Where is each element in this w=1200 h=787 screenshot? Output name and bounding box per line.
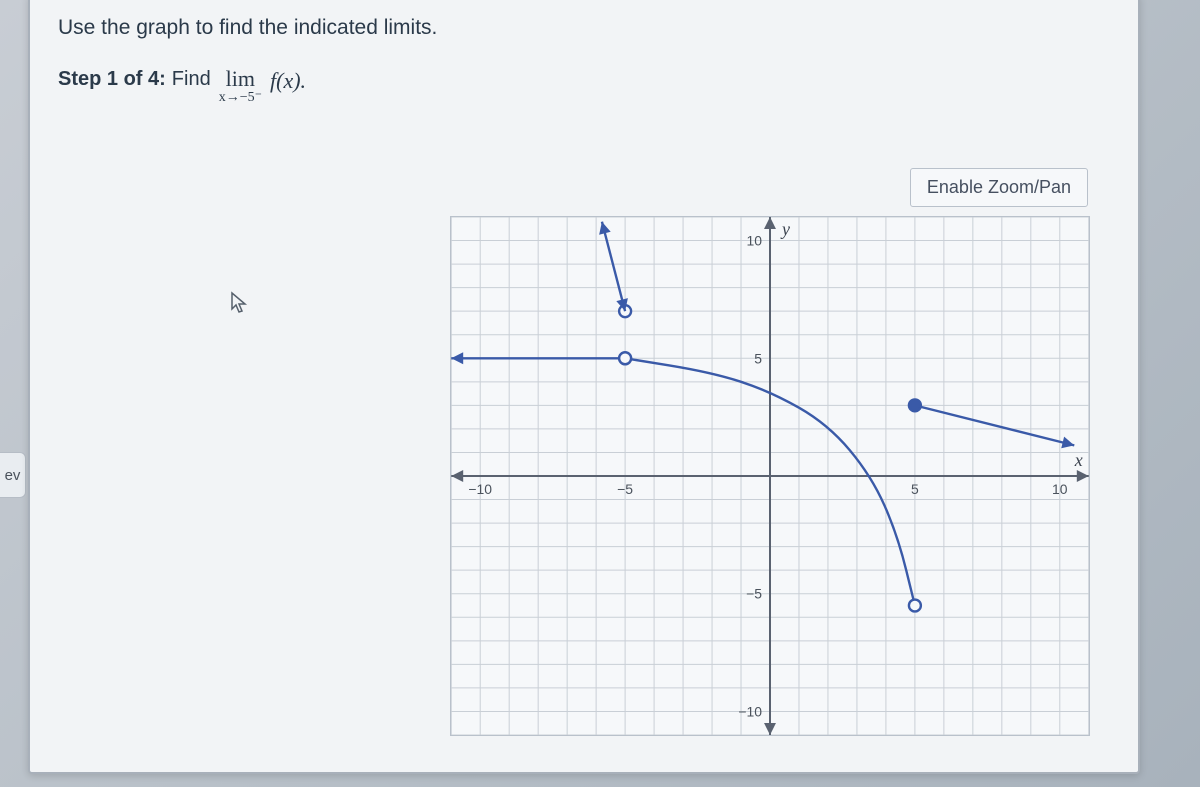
svg-text:−5: −5 [617, 481, 633, 497]
x-axis-label: x [1074, 450, 1083, 470]
step-line: Step 1 of 4: Find lim x→−5⁻ f(x). [58, 68, 1110, 105]
svg-text:5: 5 [754, 350, 762, 366]
svg-text:5: 5 [911, 481, 919, 497]
enable-zoom-pan-button[interactable]: Enable Zoom/Pan [910, 168, 1088, 207]
svg-text:−5: −5 [746, 586, 762, 602]
question-panel: Use the graph to find the indicated limi… [28, 0, 1140, 774]
lim-approach: x→−5⁻ [219, 91, 262, 105]
svg-text:−10: −10 [738, 703, 762, 719]
svg-text:−10: −10 [468, 481, 492, 497]
step-find: Find [172, 68, 211, 91]
svg-text:10: 10 [747, 233, 763, 249]
plot-svg: −10 −5 5 10 −10 −5 5 10 x y [451, 217, 1089, 735]
axes [451, 217, 1089, 735]
lim-word: lim [226, 68, 255, 90]
y-axis-label: y [780, 219, 790, 239]
prev-button[interactable]: ev [0, 452, 26, 498]
chart-area: Enable Zoom/Pan −10 −5 5 10 −10 −5 5 10 x y [450, 146, 1090, 736]
prompt-text: Use the graph to find the indicated limi… [58, 16, 1110, 40]
limit-expression: lim x→−5⁻ [219, 68, 262, 105]
plot-frame[interactable]: −10 −5 5 10 −10 −5 5 10 x y [450, 216, 1090, 736]
cursor-icon [230, 291, 250, 321]
prev-label: ev [5, 467, 21, 484]
step-label: Step 1 of 4: [58, 68, 166, 91]
fx-text: f(x). [270, 68, 306, 94]
svg-text:10: 10 [1052, 481, 1068, 497]
data-series [451, 222, 1074, 612]
